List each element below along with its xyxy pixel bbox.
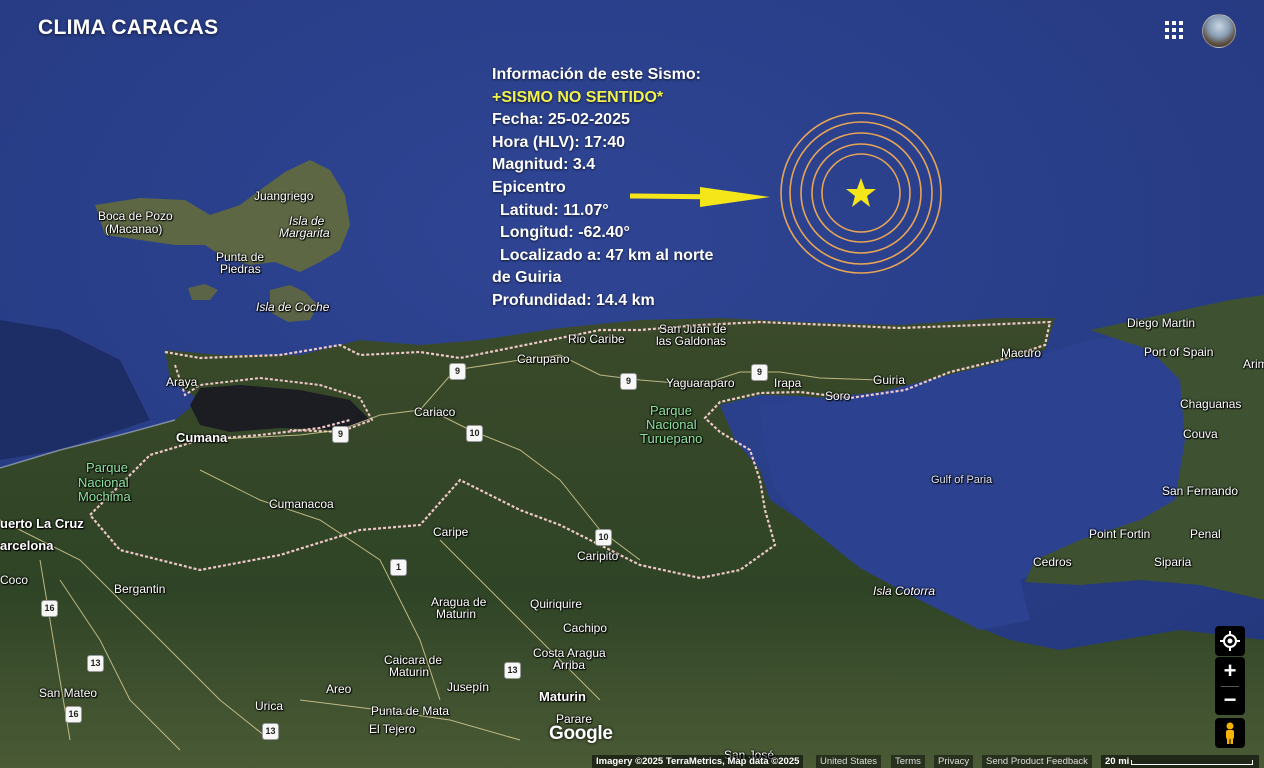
place-label: Cumanacoa	[269, 497, 334, 511]
road-shield: 9	[449, 363, 466, 380]
place-label: Caripito	[577, 549, 619, 563]
place-label: Punta de Mata	[371, 704, 450, 718]
water-label: Gulf of Paria	[931, 474, 993, 486]
place-label: Cachipo	[563, 621, 608, 635]
place-label: San Fernando	[1162, 484, 1239, 498]
info-longitude: Longitud: -62.40°	[500, 224, 630, 242]
place-label: Maturin	[389, 665, 430, 679]
info-time: Hora (HLV): 17:40	[492, 133, 626, 151]
info-epicenter: Epicentro	[492, 178, 566, 196]
road-shield: 16	[65, 706, 82, 723]
place-label: Macuro	[1001, 346, 1042, 360]
park-label: Turuepano	[640, 431, 703, 446]
terms-link[interactable]: Terms	[891, 755, 925, 768]
place-label: El Tejero	[369, 722, 416, 736]
place-label: Irapa	[774, 376, 802, 390]
place-label: Rio Caribe	[568, 332, 625, 346]
info-location-cont: de Guiria	[492, 269, 562, 287]
road-shield: 9	[332, 426, 349, 443]
street-view-button[interactable]	[1215, 718, 1245, 748]
place-label: Araya	[166, 375, 198, 389]
place-label: Arriba	[553, 658, 586, 672]
street-view-pegman-icon	[1226, 722, 1234, 744]
info-magnitude: Magnitud: 3.4	[492, 156, 596, 174]
road-shield: 9	[751, 364, 768, 381]
attribution-text: Imagery ©2025 TerraMetrics, Map data ©20…	[592, 755, 804, 768]
my-location-button[interactable]	[1215, 626, 1245, 656]
profile-avatar[interactable]	[1202, 14, 1236, 48]
place-label: uerto La Cruz	[0, 516, 84, 531]
place-label: las Galdonas	[656, 334, 727, 348]
info-heading: Información de este Sismo:	[492, 66, 701, 83]
place-label: Urica	[255, 699, 284, 713]
place-label: San Mateo	[39, 686, 98, 700]
place-label: Chaguanas	[1180, 397, 1242, 411]
zoom-control: + −	[1215, 657, 1245, 715]
page-title: CLIMA CARACAS	[38, 16, 219, 39]
road-shield: 16	[41, 600, 58, 617]
zoom-out-button[interactable]: −	[1215, 686, 1245, 715]
road-shield: 1	[390, 559, 407, 576]
road-shield: 13	[504, 662, 521, 679]
place-label: Point Fortin	[1089, 527, 1151, 541]
place-label: Caripe	[433, 525, 469, 539]
info-depth: Profundidad: 14.4 km	[492, 291, 655, 309]
info-date: Fecha: 25-02-2025	[492, 111, 630, 129]
road-shield: 10	[595, 529, 612, 546]
map-footer: Imagery ©2025 TerraMetrics, Map data ©20…	[592, 755, 1264, 768]
place-label: Penal	[1190, 527, 1221, 541]
place-label: Diego Martin	[1127, 316, 1196, 330]
place-label: Cariaco	[414, 405, 456, 419]
park-label: Parque	[86, 460, 128, 475]
scale-bar[interactable]: 20 mi	[1101, 755, 1259, 768]
road-shield: 13	[262, 723, 279, 740]
earthquake-info-panel: Información de este Sismo: +SISMO NO SEN…	[492, 64, 713, 313]
scale-label: 20 mi	[1105, 756, 1130, 767]
info-status: +SISMO NO SENTIDO*	[492, 88, 664, 106]
place-label: (Macanao)	[105, 222, 163, 236]
park-label: Nacional	[78, 475, 129, 490]
place-label: Cumana	[176, 430, 228, 445]
grid-apps-icon[interactable]	[1164, 20, 1184, 40]
road-shield: 10	[466, 425, 483, 442]
place-label: Margarita	[279, 226, 330, 240]
place-label: Arim	[1243, 357, 1264, 371]
zoom-in-button[interactable]: +	[1215, 657, 1245, 686]
park-label: Parque	[650, 403, 692, 418]
place-label: Piedras	[220, 262, 261, 276]
place-label: Carupano	[517, 352, 570, 366]
place-label: Isla de Coche	[256, 300, 330, 314]
road-shield: 13	[87, 655, 104, 672]
place-label: Siparia	[1154, 555, 1192, 569]
place-label: Bergantin	[114, 582, 166, 596]
place-label: Port of Spain	[1144, 345, 1214, 359]
feedback-link[interactable]: Send Product Feedback	[982, 755, 1092, 768]
park-label: Mochima	[78, 489, 131, 504]
place-label: Cedros	[1033, 555, 1072, 569]
place-label: Couva	[1183, 427, 1218, 441]
place-label: Maturin	[436, 607, 477, 621]
scale-line	[1131, 760, 1253, 765]
place-label: Areo	[326, 682, 352, 696]
place-label: Juangriego	[254, 189, 314, 203]
place-label: Soro	[825, 389, 851, 403]
info-location: Localizado a: 47 km al norte	[500, 246, 714, 264]
place-label: Isla Cotorra	[873, 584, 936, 598]
place-label: Jusepín	[447, 680, 490, 694]
place-label: arcelona	[0, 538, 54, 553]
place-label: Yaguaraparo	[666, 376, 735, 390]
my-location-icon	[1220, 631, 1240, 651]
place-label: Quiriquire	[530, 597, 583, 611]
park-label: Nacional	[646, 417, 697, 432]
place-label: Coco	[0, 573, 29, 587]
google-logo: Google	[549, 723, 613, 744]
place-label: Guiria	[873, 373, 906, 387]
info-latitude: Latitud: 11.07°	[500, 201, 609, 219]
region-link[interactable]: United States	[816, 755, 882, 768]
road-shield: 9	[620, 373, 637, 390]
privacy-link[interactable]: Privacy	[934, 755, 974, 768]
place-label: Maturin	[539, 689, 586, 704]
